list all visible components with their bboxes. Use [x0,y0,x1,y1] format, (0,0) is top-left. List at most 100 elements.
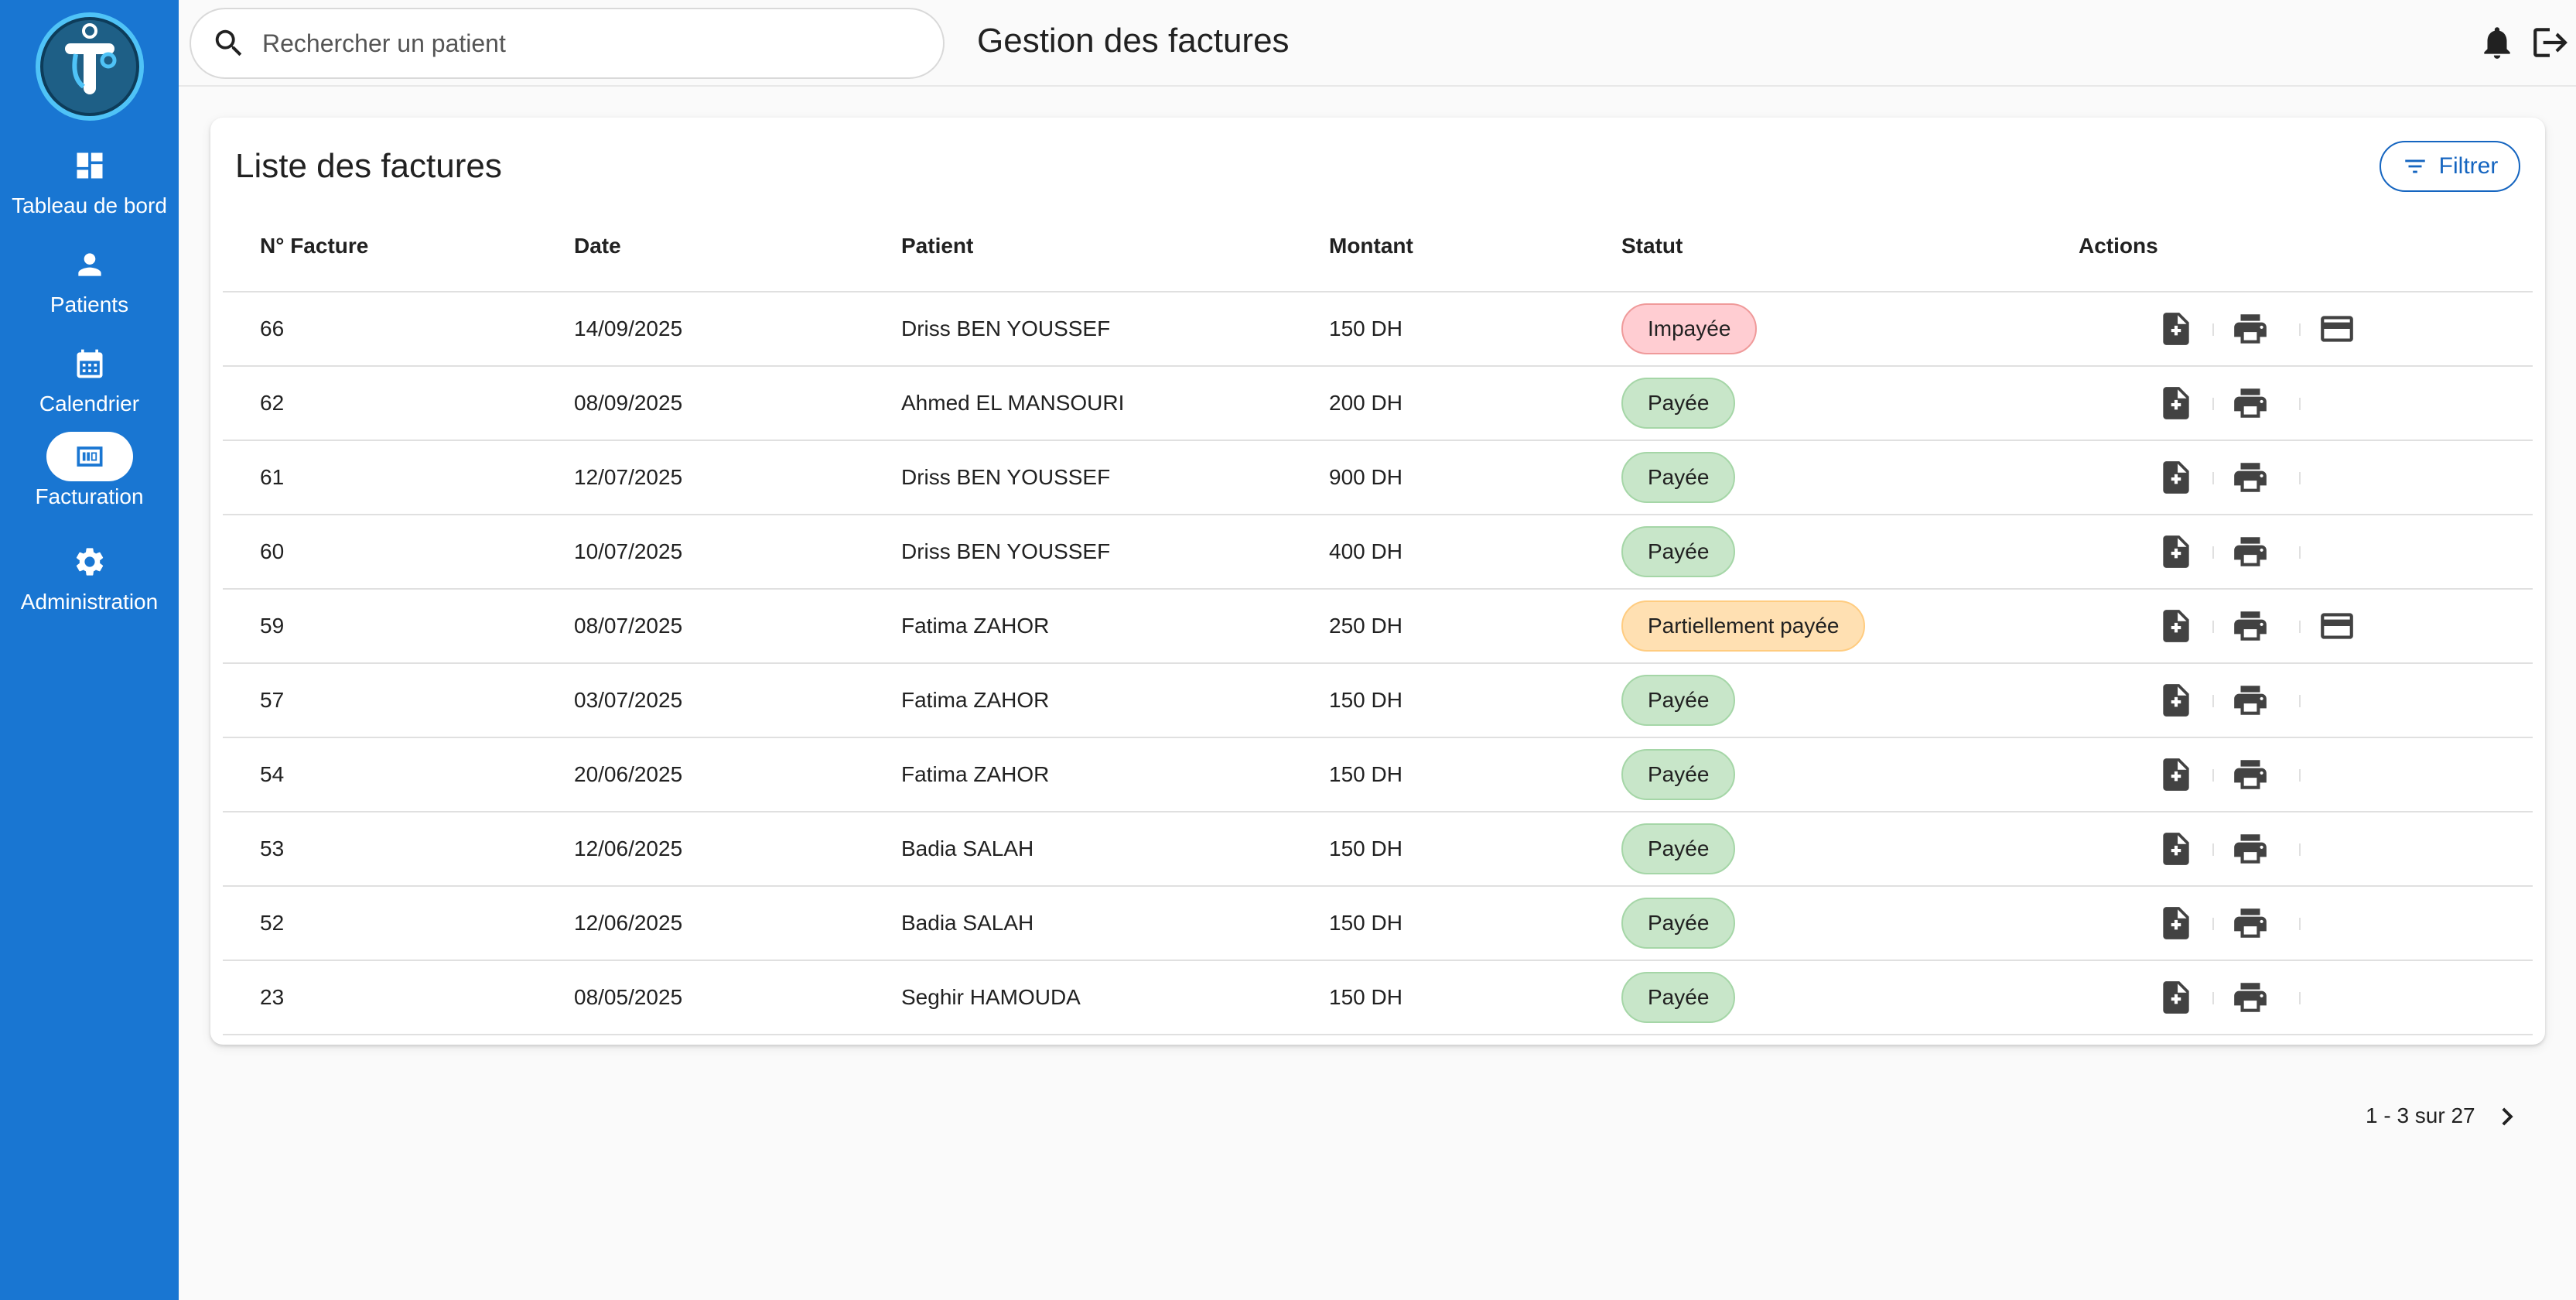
table-row[interactable]: 52 12/06/2025 Badia SALAH 150 DH Payée [223,887,2533,961]
filter-icon [2404,159,2425,173]
table-row[interactable]: 53 12/06/2025 Badia SALAH 150 DH Payée [223,812,2533,887]
sidebar-item-dashboard[interactable]: Tableau de bord [0,141,179,218]
divider [2299,546,2301,559]
sidebar-item-patients[interactable]: Patients [0,240,179,317]
invoice-patient: Fatima ZAHOR [901,688,1050,712]
invoice-number: 54 [260,762,285,786]
column-header-amount: Montant [1329,234,1413,258]
divider [2212,695,2214,707]
print-icon[interactable] [2231,978,2270,1017]
print-icon[interactable] [2231,607,2270,645]
invoice-patient: Driss BEN YOUSSEF [901,539,1111,563]
status-badge: Payée [1621,452,1736,503]
invoice-amount: 250 DH [1329,614,1402,638]
notifications-icon[interactable] [2478,23,2516,62]
invoice-amount: 200 DH [1329,391,1402,415]
table-row[interactable]: 60 10/07/2025 Driss BEN YOUSSEF 400 DH Payée [223,515,2533,590]
invoice-document-icon[interactable] [2157,681,2195,720]
invoice-document-icon[interactable] [2157,755,2195,794]
status-badge: Impayée [1621,303,1758,354]
status-badge: Payée [1621,898,1736,949]
gear-icon [46,537,133,587]
invoice-list-card: Liste des factures Filtrer N° Facture Da… [210,118,2545,1045]
sidebar-item-administration[interactable]: Administration [0,537,179,614]
sidebar-item-billing[interactable]: Facturation [0,432,179,509]
invoice-amount: 150 DH [1329,985,1402,1009]
invoice-number: 62 [260,391,285,415]
search-icon [215,29,242,56]
table-row[interactable]: 62 08/09/2025 Ahmed EL MANSOURI 200 DH Payée [223,367,2533,441]
divider [2299,918,2301,930]
print-icon[interactable] [2231,458,2270,497]
divider [2212,621,2214,633]
invoice-number: 66 [260,316,285,340]
invoice-document-icon[interactable] [2157,310,2195,348]
search-box[interactable] [190,8,945,79]
divider [2299,398,2301,410]
invoice-amount: 150 DH [1329,762,1402,786]
invoice-date: 08/07/2025 [574,614,683,638]
sidebar-item-label: Administration [20,590,159,614]
status-badge: Payée [1621,749,1736,800]
divider [2299,769,2301,782]
payment-card-icon[interactable] [2318,607,2356,645]
invoice-patient: Fatima ZAHOR [901,614,1050,638]
payment-card-icon[interactable] [2318,310,2356,348]
invoice-date: 10/07/2025 [574,539,683,563]
invoice-amount: 150 DH [1329,836,1402,860]
sidebar-item-calendar[interactable]: Calendrier [0,339,179,416]
invoice-patient: Badia SALAH [901,836,1034,860]
table-row[interactable]: 23 08/05/2025 Seghir HAMOUDA 150 DH Payée [223,961,2533,1035]
invoice-amount: 150 DH [1329,911,1402,935]
status-badge: Payée [1621,972,1736,1023]
table-row[interactable]: 59 08/07/2025 Fatima ZAHOR 250 DH Partiellem… [223,590,2533,664]
billing-icon [46,432,133,481]
sidebar-item-label: Facturation [35,484,144,508]
next-page-button[interactable] [2489,1099,2525,1134]
invoice-document-icon[interactable] [2157,607,2195,645]
invoice-amount: 150 DH [1329,316,1402,340]
table-row[interactable]: 54 20/06/2025 Fatima ZAHOR 150 DH Payée [223,738,2533,812]
print-icon[interactable] [2231,384,2270,422]
column-header-actions: Actions [2079,234,2158,258]
pagination-label: 1 - 3 sur 27 [2366,1103,2475,1127]
print-icon[interactable] [2231,681,2270,720]
invoice-number: 61 [260,465,285,489]
divider [2299,621,2301,633]
print-icon[interactable] [2231,830,2270,868]
invoice-number: 52 [260,911,285,935]
print-icon[interactable] [2231,904,2270,942]
invoice-document-icon[interactable] [2157,458,2195,497]
divider [2212,546,2214,559]
invoice-document-icon[interactable] [2157,532,2195,571]
invoice-document-icon[interactable] [2157,384,2195,422]
invoice-amount: 900 DH [1329,465,1402,489]
print-icon[interactable] [2231,755,2270,794]
divider [2212,769,2214,782]
invoice-date: 14/09/2025 [574,316,683,340]
sidebar-item-label: Calendrier [39,392,140,416]
calendar-icon [46,339,133,388]
divider [2212,398,2214,410]
invoice-document-icon[interactable] [2157,830,2195,868]
divider [2212,472,2214,484]
invoice-document-icon[interactable] [2157,978,2195,1017]
filter-button[interactable]: Filtrer [2380,141,2520,192]
search-input[interactable] [262,29,928,58]
invoice-date: 12/06/2025 [574,836,683,860]
invoice-number: 53 [260,836,285,860]
table-row[interactable]: 57 03/07/2025 Fatima ZAHOR 150 DH Payée [223,664,2533,738]
invoice-number: 23 [260,985,285,1009]
table-row[interactable]: 66 14/09/2025 Driss BEN YOUSSEF 150 DH Impay… [223,292,2533,367]
invoice-patient: Driss BEN YOUSSEF [901,465,1111,489]
dashboard-icon [46,141,133,190]
page-title: Gestion des factures [977,22,1290,60]
table-row[interactable]: 61 12/07/2025 Driss BEN YOUSSEF 900 DH Payée [223,441,2533,515]
chevron-right-icon [2502,1107,2513,1126]
print-icon[interactable] [2231,310,2270,348]
print-icon[interactable] [2231,532,2270,571]
logout-icon[interactable] [2530,23,2569,62]
divider [2212,918,2214,930]
invoice-document-icon[interactable] [2157,904,2195,942]
invoice-amount: 150 DH [1329,688,1402,712]
